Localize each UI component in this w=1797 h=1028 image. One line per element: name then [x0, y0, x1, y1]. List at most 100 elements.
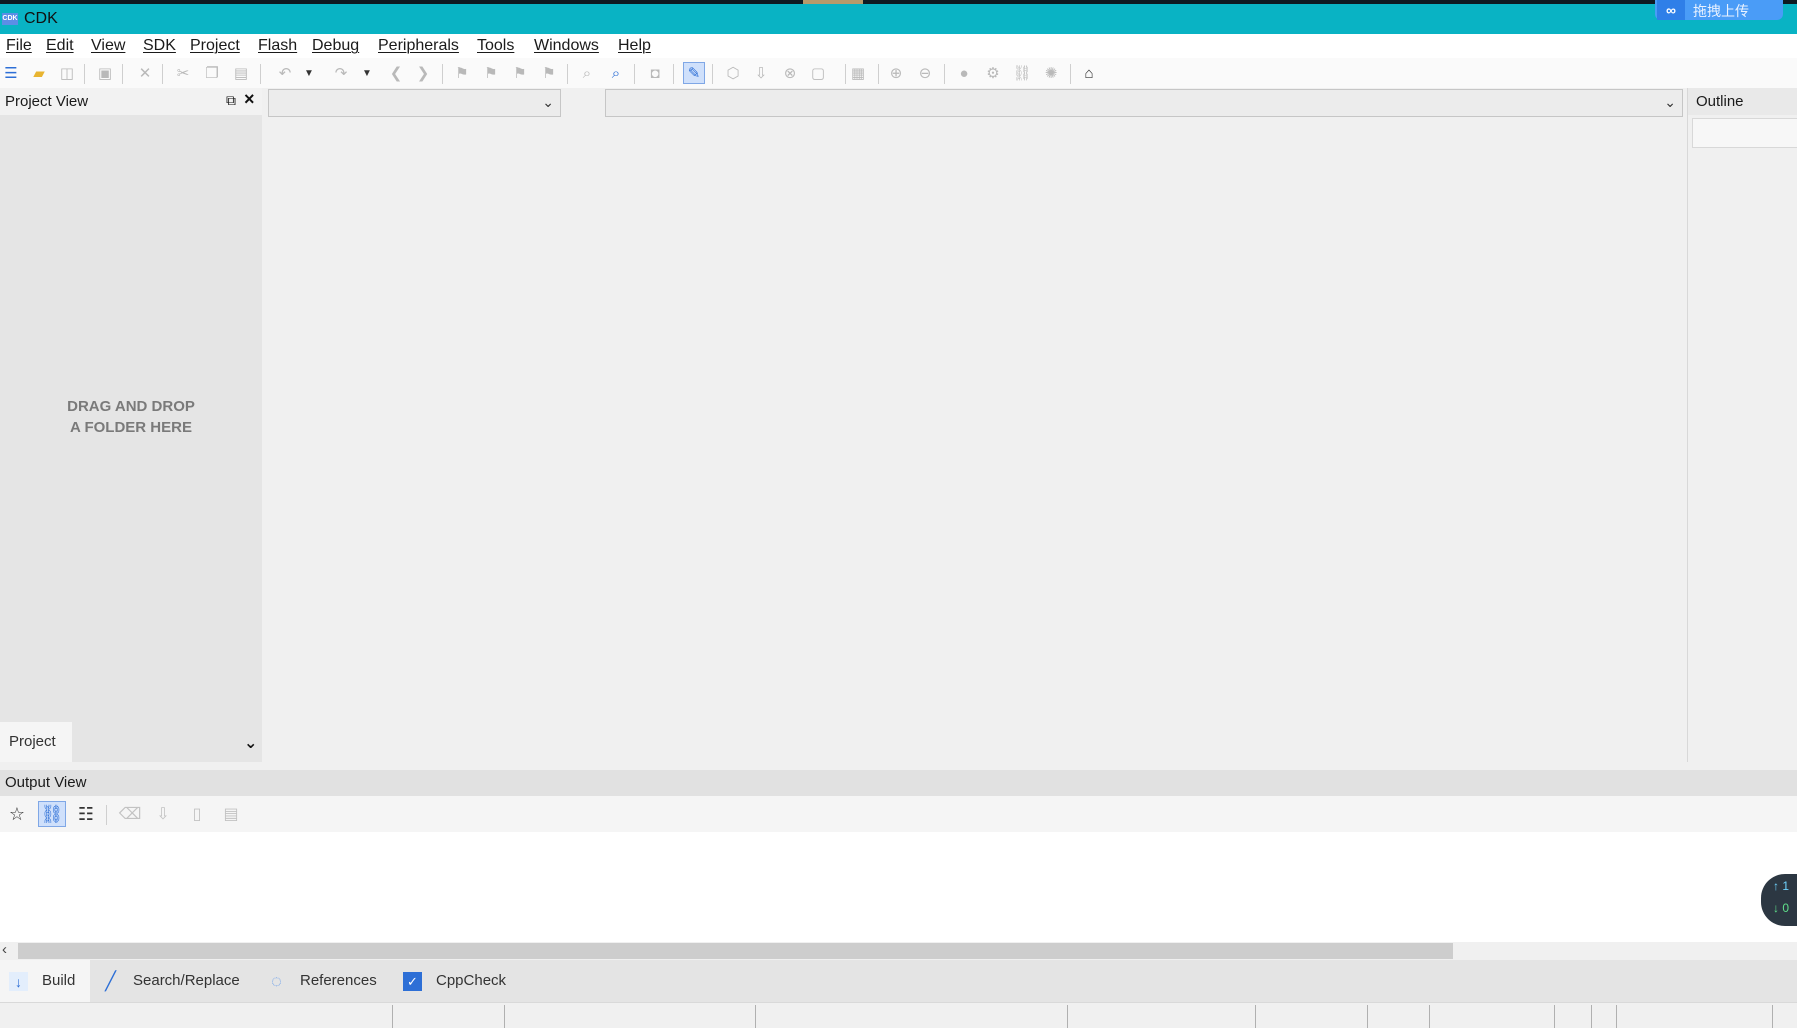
symbol-combo[interactable]: ⌄ — [605, 89, 1683, 117]
chevron-down-icon[interactable]: ⌄ — [244, 733, 257, 753]
horizontal-scrollbar[interactable]: ‹ — [0, 941, 1797, 960]
status-divider — [1067, 1005, 1068, 1028]
drag-drop-placeholder[interactable]: DRAG AND DROP A FOLDER HERE — [0, 396, 262, 438]
paste-output-icon[interactable]: ▤ — [217, 801, 245, 827]
outline-title: Outline — [1696, 93, 1744, 110]
find-icon[interactable]: ⌕ — [576, 62, 598, 84]
menu-help[interactable]: Help — [618, 37, 651, 55]
download-icon[interactable]: ⇩ — [750, 62, 772, 84]
close-panel-icon[interactable]: × — [244, 89, 255, 110]
build-icon[interactable]: ⬡ — [722, 62, 744, 84]
editor-area[interactable]: ⌄ ⌄ — [262, 88, 1687, 762]
project-view-title: Project View — [5, 93, 89, 110]
download-speed: ↓ 0 — [1773, 901, 1790, 915]
close-icon[interactable]: ✕ — [134, 62, 156, 84]
chevron-down-icon[interactable]: ⌄ — [1664, 94, 1676, 111]
bookmark-prev-icon[interactable]: ⚑ — [509, 62, 531, 84]
save-icon[interactable]: ▣ — [94, 62, 116, 84]
screenshot-icon[interactable]: ◘ — [644, 62, 666, 84]
menu-sdk[interactable]: SDK — [143, 37, 176, 55]
paste-icon[interactable]: ▤ — [230, 62, 252, 84]
loading-circle-icon: ◌ — [271, 971, 282, 991]
indent-icon[interactable]: ☷ — [72, 801, 100, 827]
redo-icon[interactable]: ↷ — [330, 62, 352, 84]
breakpoint-icon[interactable]: ● — [953, 62, 975, 84]
link-icon[interactable]: ⛓ — [1011, 62, 1033, 84]
tab-project-label: Project — [9, 733, 56, 750]
new-file-icon[interactable]: ☰ — [0, 62, 22, 84]
connect-icon[interactable]: ⚙ — [982, 62, 1004, 84]
find-in-files-icon[interactable]: ⌕ — [605, 62, 627, 84]
scrollbar-thumb[interactable] — [18, 943, 1453, 959]
undo-icon[interactable]: ↶ — [274, 62, 296, 84]
outline-filter-input[interactable] — [1692, 118, 1797, 148]
toolbar-separator — [878, 64, 879, 84]
menu-edit[interactable]: Edit — [46, 37, 74, 55]
tab-references[interactable]: ◌ References — [258, 960, 398, 1002]
toolbar-separator — [106, 805, 107, 825]
tab-search-replace[interactable]: ╱ Search/Replace — [92, 960, 252, 1002]
link-filter-icon[interactable]: ⛓ — [38, 801, 66, 827]
undo-dropdown-icon[interactable]: ▼ — [302, 62, 316, 84]
cut-icon[interactable]: ✂ — [172, 62, 194, 84]
network-speed-widget[interactable]: ↑ 1 ↓ 0 — [1761, 874, 1797, 926]
bookmark-clear-icon[interactable]: ⚑ — [538, 62, 560, 84]
menu-file[interactable]: File — [6, 37, 32, 55]
toolbar-separator — [634, 64, 635, 84]
star-icon[interactable]: ☆ — [3, 801, 31, 827]
menu-view[interactable]: View — [91, 37, 125, 55]
checkbox-icon: ✓ — [403, 972, 422, 991]
title-bar[interactable]: CDK CDK — [0, 4, 1797, 34]
edit-active-icon[interactable]: ✎ — [683, 62, 705, 84]
copy-icon[interactable]: ❐ — [201, 62, 223, 84]
tab-project[interactable]: Project — [0, 722, 72, 762]
menu-flash[interactable]: Flash — [258, 37, 297, 55]
disconnect-icon[interactable]: ✺ — [1040, 62, 1062, 84]
tab-build-label: Build — [42, 972, 76, 989]
clear-output-icon[interactable]: ⌫ — [116, 801, 144, 827]
tab-cppcheck[interactable]: ✓ CppCheck — [394, 960, 524, 1002]
outline-panel: Outline — [1687, 88, 1797, 762]
zoom-in-icon[interactable]: ⊕ — [885, 62, 907, 84]
file-combo[interactable]: ⌄ — [268, 89, 561, 117]
layout-icon[interactable]: ▦ — [847, 62, 869, 84]
clean-icon[interactable]: ▢ — [807, 62, 829, 84]
drag-drop-text: DRAG AND DROP A FOLDER HERE — [67, 398, 195, 436]
output-text-area[interactable] — [0, 832, 1797, 942]
zoom-out-icon[interactable]: ⊖ — [914, 62, 936, 84]
menu-windows[interactable]: Windows — [534, 37, 599, 55]
stop-icon[interactable]: ⊗ — [779, 62, 801, 84]
status-divider — [1554, 1005, 1555, 1028]
bookmark-next-icon[interactable]: ⚑ — [480, 62, 502, 84]
toolbar-separator — [673, 64, 674, 84]
upload-overlay-button[interactable]: ∞ 拖拽上传 — [1655, 0, 1783, 20]
build-download-icon: ↓ — [9, 972, 28, 991]
copy-output-icon[interactable]: ▯ — [183, 801, 211, 827]
export-icon[interactable]: ⇩ — [149, 801, 177, 827]
chevron-down-icon[interactable]: ⌄ — [542, 94, 554, 111]
open-folder-icon[interactable]: ▰ — [28, 62, 50, 84]
upload-label: 拖拽上传 — [1693, 3, 1749, 19]
float-window-icon[interactable]: ⧉ — [226, 92, 236, 109]
status-divider — [755, 1005, 756, 1028]
output-view-header: Output View — [0, 770, 1797, 796]
menu-debug[interactable]: Debug — [312, 37, 359, 55]
home-icon[interactable]: ⌂ — [1078, 62, 1100, 84]
main-toolbar: ☰ ▰ ◫ ▣ ✕ ✂ ❐ ▤ ↶ ▼ ↷ ▼ ❮ ❯ ⚑ ⚑ ⚑ ⚑ ⌕ ⌕ … — [0, 58, 1797, 88]
toolbar-separator — [260, 64, 261, 84]
bookmark-icon[interactable]: ⚑ — [451, 62, 473, 84]
menu-peripherals[interactable]: Peripherals — [378, 37, 459, 55]
menu-bar: File Edit View SDK Project Flash Debug P… — [0, 34, 1797, 58]
redo-dropdown-icon[interactable]: ▼ — [360, 62, 374, 84]
refresh-icon[interactable]: ◫ — [56, 62, 78, 84]
status-divider — [1255, 1005, 1256, 1028]
forward-icon[interactable]: ❯ — [412, 62, 434, 84]
tab-build[interactable]: ↓ Build — [0, 960, 90, 1002]
scroll-left-icon[interactable]: ‹ — [2, 941, 7, 958]
menu-project[interactable]: Project — [190, 37, 240, 55]
project-view-header: Project View ⧉ × — [0, 88, 262, 115]
status-divider — [1772, 1005, 1773, 1028]
back-icon[interactable]: ❮ — [385, 62, 407, 84]
status-bar — [0, 1002, 1797, 1028]
menu-tools[interactable]: Tools — [477, 37, 514, 55]
